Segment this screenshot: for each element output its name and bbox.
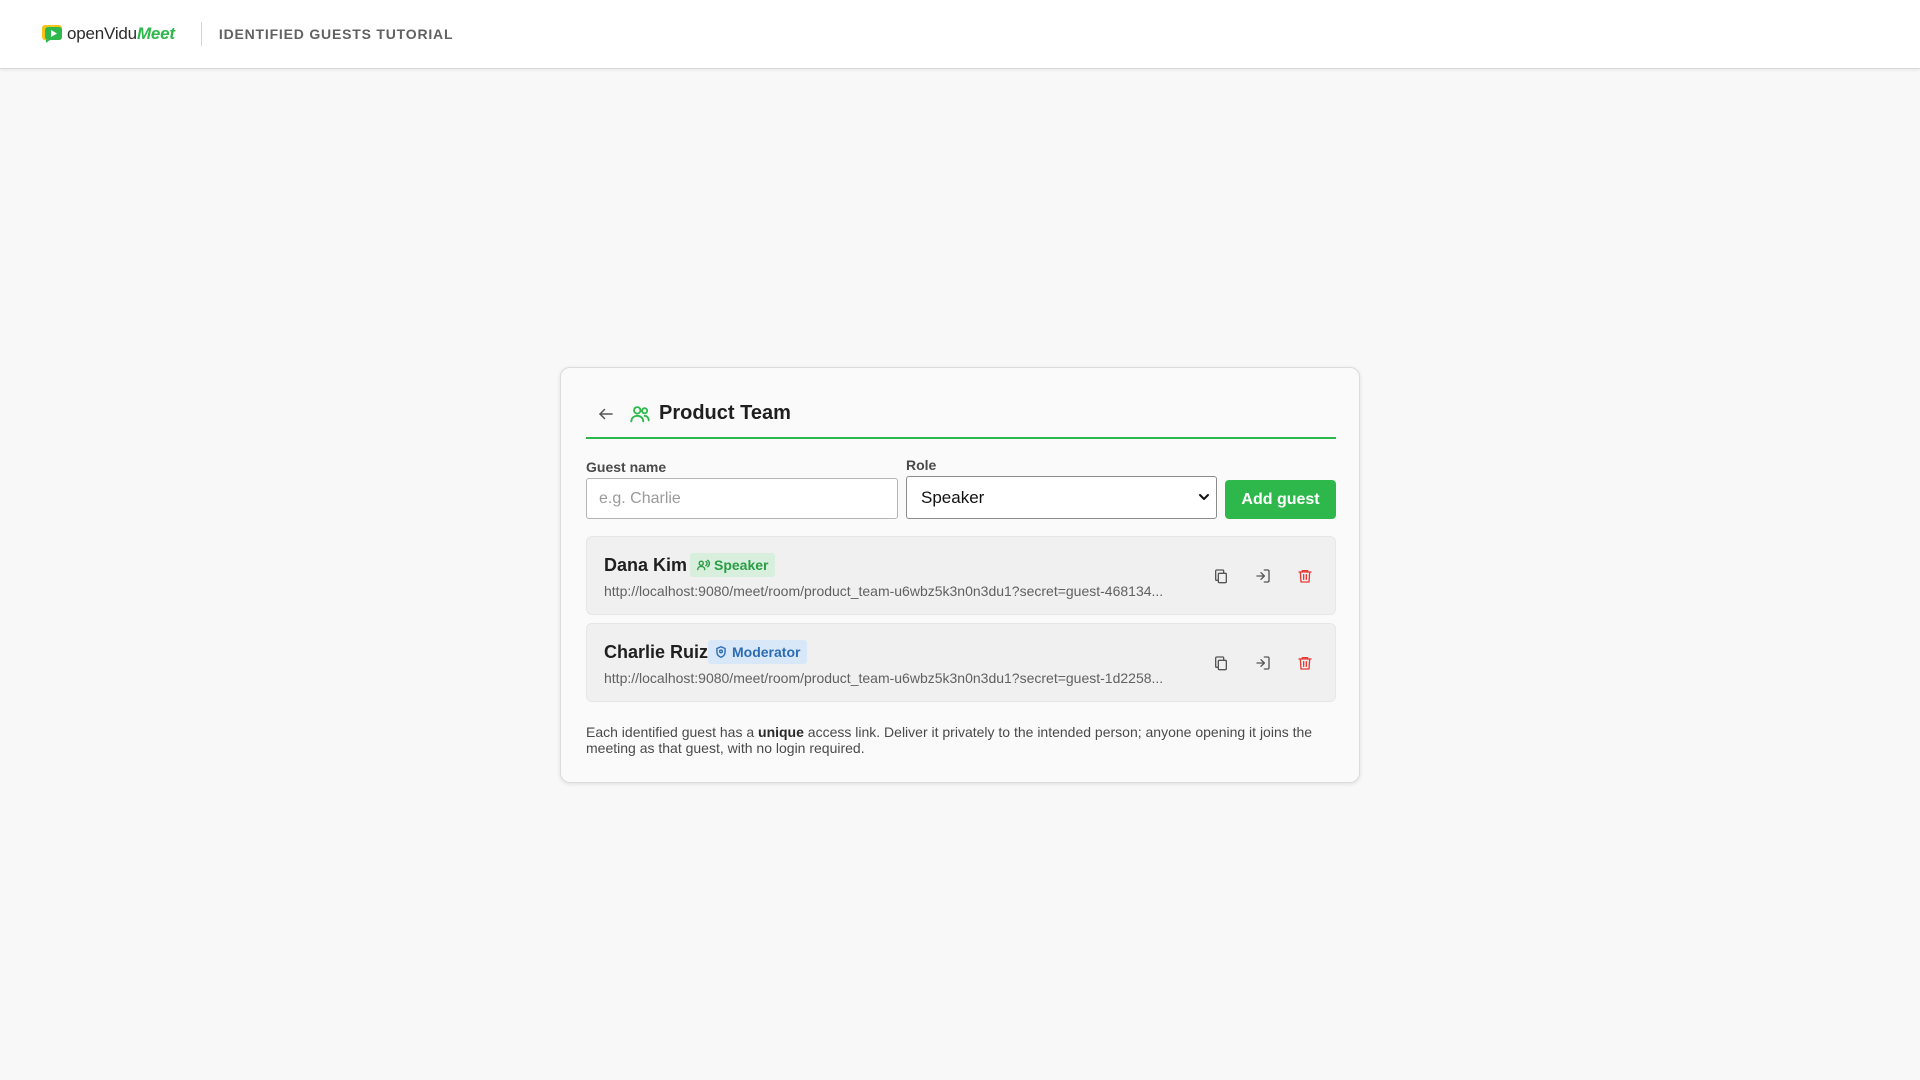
card-header: Product Team xyxy=(586,390,1336,439)
add-guest-button[interactable]: Add guest xyxy=(1225,480,1336,519)
join-as-guest-button[interactable] xyxy=(1252,652,1274,674)
speaker-users-icon xyxy=(696,558,710,572)
users-icon xyxy=(628,402,652,426)
role-badge-label: Speaker xyxy=(714,557,769,573)
role-badge-moderator: Moderator xyxy=(708,640,808,664)
role-label: Role xyxy=(906,457,937,473)
copy-icon xyxy=(1215,656,1227,671)
trash-icon xyxy=(1298,657,1312,670)
role-badge-label: Moderator xyxy=(732,644,801,660)
back-button[interactable] xyxy=(594,402,618,426)
card-title: Product Team xyxy=(659,402,791,424)
top-bar: openViduMeet IDENTIFIED GUESTS TUTORIAL xyxy=(0,0,1920,69)
shield-icon xyxy=(714,645,728,659)
guest-name-input[interactable] xyxy=(586,478,898,519)
guest-row: Charlie Ruiz Moderator http://localhost:… xyxy=(586,623,1336,702)
brand-name-open: openVidu xyxy=(67,24,137,43)
role-select[interactable]: Speaker xyxy=(906,476,1217,519)
guest-name: Charlie Ruiz xyxy=(604,642,709,662)
footnote-text-start: Each identified guest has a xyxy=(586,724,759,740)
header-divider xyxy=(200,22,202,46)
trash-icon xyxy=(1298,570,1312,583)
join-as-guest-button[interactable] xyxy=(1252,565,1274,587)
brand-logo-link[interactable]: openViduMeet xyxy=(42,0,175,69)
guests-card: Product Team Guest name Role Speaker Add… xyxy=(560,367,1360,783)
openvidu-logo-icon xyxy=(42,25,62,43)
role-badge-speaker: Speaker xyxy=(690,553,776,577)
footnote: Each identified guest has a unique acces… xyxy=(586,724,1336,756)
copy-link-button[interactable] xyxy=(1210,652,1232,674)
login-icon xyxy=(1256,656,1270,670)
footnote-emphasis: unique xyxy=(758,724,804,740)
delete-guest-button[interactable] xyxy=(1294,652,1316,674)
delete-guest-button[interactable] xyxy=(1294,565,1316,587)
brand-name: openViduMeet xyxy=(67,24,175,44)
login-icon xyxy=(1256,569,1270,583)
page-title: IDENTIFIED GUESTS TUTORIAL xyxy=(218,26,454,42)
guest-row: Dana Kim Speaker http://localhost:9080/m… xyxy=(586,536,1336,615)
copy-icon xyxy=(1215,569,1227,584)
guest-access-link: http://localhost:9080/meet/room/product_… xyxy=(604,670,1164,686)
guest-name: Dana Kim xyxy=(604,555,688,575)
guest-name-label: Guest name xyxy=(586,459,667,475)
copy-link-button[interactable] xyxy=(1210,565,1232,587)
brand-name-meet: Meet xyxy=(136,24,175,43)
guest-access-link: http://localhost:9080/meet/room/product_… xyxy=(604,583,1164,599)
arrow-left-icon xyxy=(599,408,613,419)
